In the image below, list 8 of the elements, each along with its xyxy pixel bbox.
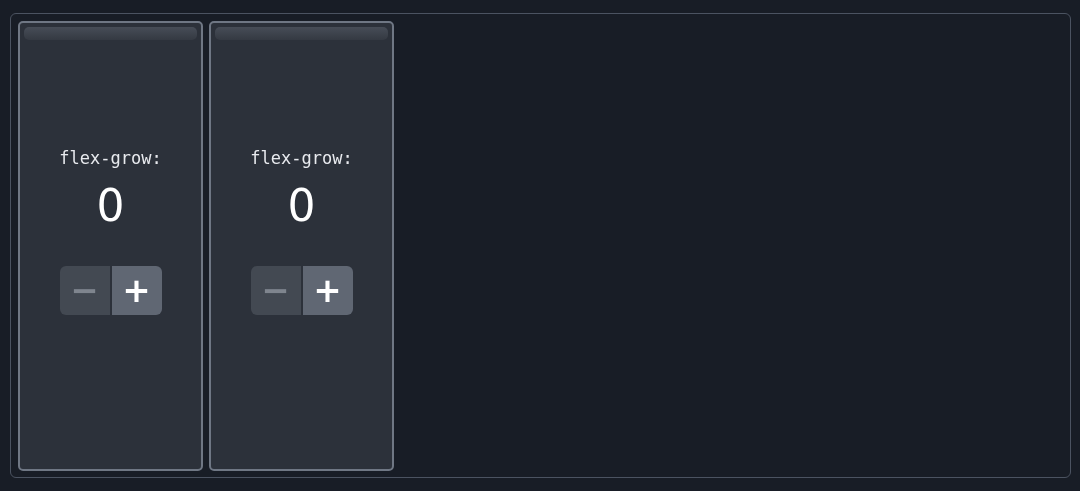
property-label: flex-grow: <box>59 148 162 168</box>
property-value: 0 <box>287 180 316 233</box>
drag-handle[interactable] <box>24 27 197 40</box>
increment-button[interactable]: + <box>302 265 353 315</box>
property-value: 0 <box>96 180 125 233</box>
increment-button[interactable]: + <box>111 265 162 315</box>
drag-handle[interactable] <box>215 27 388 40</box>
property-label: flex-grow: <box>250 148 353 168</box>
